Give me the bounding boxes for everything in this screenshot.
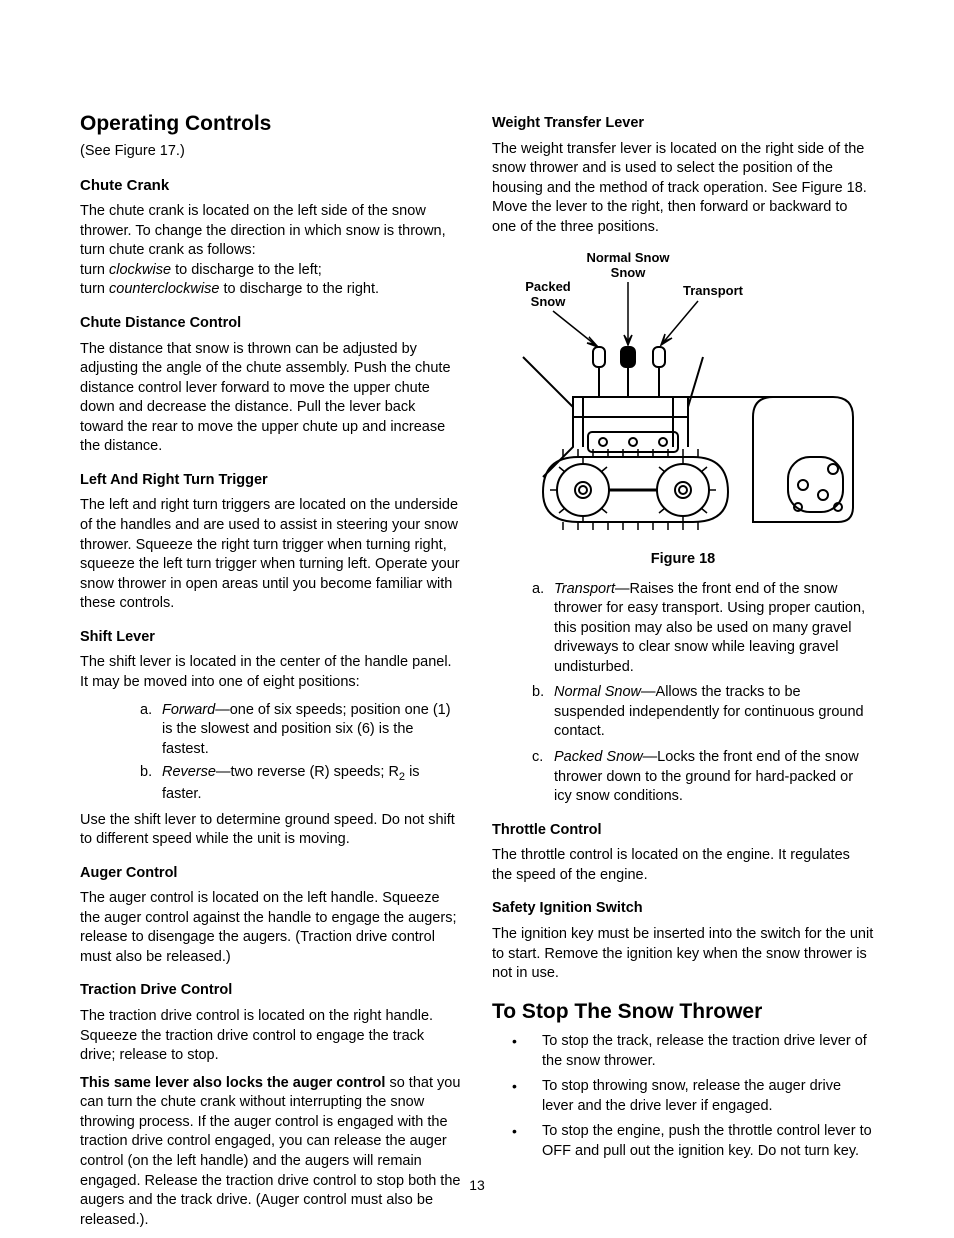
text: so that you can turn the chute crank wit… [80,1075,460,1228]
text-italic: Transport [554,581,615,597]
list-marker: b. [140,763,162,804]
chute-distance-text: The distance that snow is thrown can be … [80,340,462,457]
text: The chute crank is located on the left s… [80,203,446,258]
svg-text:Snow: Snow [531,294,567,309]
list-marker: c. [532,748,554,807]
list-item: b. Reverse—two reverse (R) speeds; R2 is… [140,763,462,804]
text: To stop the track, release the traction … [542,1032,874,1071]
ignition-text: The ignition key must be inserted into t… [492,925,874,984]
label-packed: Packed [525,279,571,294]
heading-chute-distance: Chute Distance Control [80,314,462,334]
heading-shift-lever: Shift Lever [80,628,462,648]
text: To stop the engine, push the throttle co… [542,1122,874,1161]
list-item: c. Packed Snow—Locks the front end of th… [532,748,874,807]
traction-drive-lock-text: This same lever also locks the auger con… [80,1074,462,1231]
heading-stop-snow-thrower: To Stop The Snow Thrower [492,998,874,1026]
bullet-icon: • [512,1077,542,1116]
heading-ignition: Safety Ignition Switch [492,899,874,919]
text-italic: Forward [162,702,215,718]
list-body: Reverse—two reverse (R) speeds; R2 is fa… [162,763,462,804]
throttle-text: The throttle control is located on the e… [492,846,874,885]
list-marker: a. [532,580,554,678]
shift-lever-list: a. Forward—one of six speeds; position o… [80,701,462,805]
text-bold: This same lever also locks the auger con… [80,1075,385,1091]
text-italic: counterclockwise [109,281,219,297]
text: turn [80,262,109,278]
right-column: Weight Transfer Lever The weight transfe… [492,110,874,1238]
auger-control-text: The auger control is located on the left… [80,889,462,967]
heading-traction-drive: Traction Drive Control [80,981,462,1001]
traction-drive-text: The traction drive control is located on… [80,1007,462,1066]
bullet-icon: • [512,1032,542,1071]
weight-transfer-text: The weight transfer lever is located on … [492,140,874,238]
see-figure-note: (See Figure 17.) [80,142,462,162]
text-italic: Packed Snow [554,749,643,765]
figure-caption: Figure 18 [492,550,874,570]
list-item: •To stop throwing snow, release the auge… [512,1077,874,1116]
list-body: Forward—one of six speeds; position one … [162,701,462,760]
shift-lever-intro: The shift lever is located in the center… [80,653,462,692]
shift-lever-note: Use the shift lever to determine ground … [80,811,462,850]
figure-18: Normal Snow Snow Packed Snow Transport [492,247,874,544]
heading-operating-controls: Operating Controls [80,110,462,138]
list-body: Transport—Raises the front end of the sn… [554,580,874,678]
list-item: •To stop the track, release the traction… [512,1032,874,1071]
position-list: a. Transport—Raises the front end of the… [492,580,874,807]
list-item: a. Forward—one of six speeds; position o… [140,701,462,760]
two-column-layout: Operating Controls (See Figure 17.) Chut… [80,110,874,1238]
left-column: Operating Controls (See Figure 17.) Chut… [80,110,462,1238]
list-item: b. Normal Snow—Allows the tracks to be s… [532,683,874,742]
heading-chute-crank: Chute Crank [80,176,462,196]
text: turn [80,281,109,297]
label-transport: Transport [683,283,744,298]
text-italic: clockwise [109,262,171,278]
heading-weight-transfer: Weight Transfer Lever [492,114,874,134]
svg-text:Snow: Snow [611,265,647,280]
text-italic: Reverse [162,764,216,780]
heading-auger-control: Auger Control [80,864,462,884]
chute-crank-intro: The chute crank is located on the left s… [80,202,462,300]
heading-throttle: Throttle Control [492,821,874,841]
text: to discharge to the right. [219,281,379,297]
stop-list: •To stop the track, release the traction… [492,1032,874,1161]
heading-turn-trigger: Left And Right Turn Trigger [80,471,462,491]
bullet-icon: • [512,1122,542,1161]
list-item: •To stop the engine, push the throttle c… [512,1122,874,1161]
figure-18-illustration: Normal Snow Snow Packed Snow Transport [503,247,863,537]
list-marker: a. [140,701,162,760]
text: —two reverse (R) speeds; R [216,764,399,780]
turn-trigger-text: The left and right turn triggers are loc… [80,496,462,613]
text: To stop throwing snow, release the auger… [542,1077,874,1116]
text-italic: Normal Snow [554,684,641,700]
page-number: 13 [0,1176,954,1195]
list-body: Packed Snow—Locks the front end of the s… [554,748,874,807]
label-normal: Normal Snow [586,250,670,265]
list-item: a. Transport—Raises the front end of the… [532,580,874,678]
document-page: Operating Controls (See Figure 17.) Chut… [0,0,954,1235]
list-marker: b. [532,683,554,742]
list-body: Normal Snow—Allows the tracks to be susp… [554,683,874,742]
text: to discharge to the left; [171,262,322,278]
